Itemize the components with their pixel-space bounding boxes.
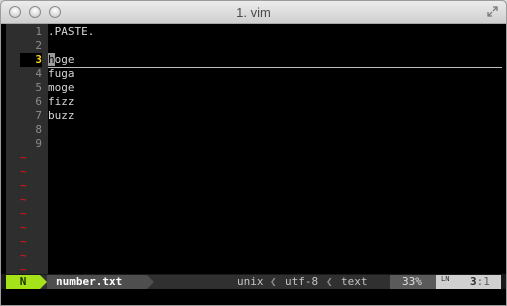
line-number: 4 bbox=[35, 67, 42, 80]
empty-line-marker: ~ bbox=[20, 221, 27, 234]
current-line-number: 3 bbox=[20, 53, 42, 67]
empty-line-marker: ~ bbox=[20, 207, 27, 220]
line-text: fuga bbox=[48, 67, 75, 80]
buffer-line[interactable]: 5 moge bbox=[1, 81, 506, 95]
filename: number.txt bbox=[56, 275, 123, 288]
line-number: 5 bbox=[35, 81, 42, 94]
empty-line-marker: ~ bbox=[20, 151, 27, 164]
cursor-column: 1 bbox=[483, 275, 490, 288]
empty-line-marker: ~ bbox=[20, 249, 27, 262]
empty-line-marker: ~ bbox=[20, 179, 27, 192]
line-number: 6 bbox=[35, 95, 42, 108]
terminal-window: 1. vim 1 .PASTE. 2 3 hoge 4 fuga 5 moge bbox=[0, 0, 507, 306]
chevron-left-icon: ❮ bbox=[270, 275, 277, 288]
chevron-left-icon: ❮ bbox=[326, 275, 333, 288]
line-number: 8 bbox=[35, 123, 42, 136]
empty-line-marker: ~ bbox=[20, 235, 27, 248]
fullscreen-icon[interactable] bbox=[486, 5, 499, 18]
filename-separator-arrow bbox=[147, 275, 154, 289]
line-number: 7 bbox=[35, 109, 42, 122]
file-percent: 33% bbox=[402, 275, 422, 288]
line-number: 9 bbox=[35, 137, 42, 150]
buffer-line[interactable]: 8 bbox=[1, 123, 506, 137]
line-text: moge bbox=[48, 81, 75, 94]
window-title: 1. vim bbox=[236, 5, 271, 20]
buffer-line[interactable]: 9 bbox=[1, 137, 506, 151]
vim-editor[interactable]: 1 .PASTE. 2 3 hoge 4 fuga 5 moge 6 fizz … bbox=[1, 24, 506, 276]
title-bar[interactable]: 1. vim bbox=[1, 1, 506, 24]
file-encoding: utf-8 bbox=[285, 275, 319, 288]
buffer-line[interactable]: 2 bbox=[1, 39, 506, 53]
line-text-rest: oge bbox=[54, 53, 75, 66]
cursor-position: 3:1 bbox=[470, 275, 490, 289]
line-number: 2 bbox=[35, 39, 42, 52]
buffer-line[interactable]: 7 buzz bbox=[1, 109, 506, 123]
line-text: .PASTE. bbox=[48, 25, 95, 38]
current-buffer-line[interactable]: 3 hoge bbox=[1, 53, 506, 68]
line-text: hoge bbox=[48, 53, 75, 67]
empty-line-marker: ~ bbox=[20, 193, 27, 206]
line-number-icon: LN bbox=[441, 275, 450, 283]
cursor-line: 3 bbox=[470, 275, 477, 288]
vim-statusline: N number.txt unix ❮ utf-8 ❮ text 33% LN … bbox=[6, 275, 501, 289]
line-text: fizz bbox=[48, 95, 75, 108]
file-format: unix bbox=[237, 275, 264, 288]
buffer-line[interactable]: 6 fizz bbox=[1, 95, 506, 109]
empty-line-marker: ~ bbox=[20, 165, 27, 178]
mode-separator-arrow bbox=[40, 275, 47, 289]
mode-indicator: N bbox=[6, 275, 40, 289]
command-line[interactable] bbox=[1, 289, 506, 305]
buffer-line[interactable]: 1 .PASTE. bbox=[1, 25, 506, 39]
file-type: text bbox=[341, 275, 368, 288]
line-text: buzz bbox=[48, 109, 75, 122]
buffer-line[interactable]: 4 fuga bbox=[1, 67, 506, 81]
line-number: 1 bbox=[35, 25, 42, 38]
text-cursor: h bbox=[48, 53, 55, 66]
